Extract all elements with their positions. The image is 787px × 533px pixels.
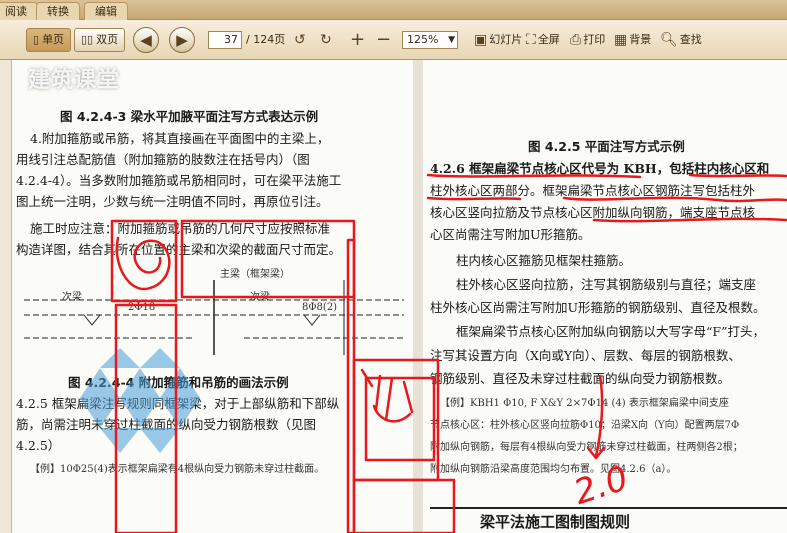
tab-read[interactable]: 阅读 bbox=[0, 2, 38, 20]
next-page-button[interactable]: ▶ bbox=[169, 27, 195, 53]
rotate-right-icon[interactable]: ↻ bbox=[320, 28, 332, 52]
background-button[interactable]: ▦ 背景 bbox=[614, 28, 651, 52]
double-page-label: 双页 bbox=[96, 33, 119, 46]
double-page-icon: ▯▯ bbox=[81, 33, 94, 46]
next-page-wrap: ▶ bbox=[169, 27, 195, 53]
chevron-down-icon: ▼ bbox=[448, 35, 455, 45]
pen-arrow-stem bbox=[594, 374, 604, 458]
slideshow-button[interactable]: ▣ 幻灯片 bbox=[474, 28, 522, 52]
page-total: / 124页 bbox=[246, 33, 286, 46]
fullscreen-label: 全屏 bbox=[537, 33, 560, 46]
app-tab-bar: 阅读 转换 编辑 bbox=[0, 0, 787, 20]
zoom-out-icon[interactable]: − bbox=[376, 28, 391, 52]
tab-convert[interactable]: 转换 bbox=[36, 2, 80, 20]
tab-edit[interactable]: 编辑 bbox=[84, 2, 128, 20]
background-icon: ▦ bbox=[614, 32, 628, 48]
search-label: 查找 bbox=[679, 33, 702, 46]
arrow-right-icon: ▶ bbox=[176, 31, 188, 49]
pen-underline-5 bbox=[592, 217, 787, 223]
prev-page-wrap: ◀ bbox=[133, 27, 159, 53]
slideshow-label: 幻灯片 bbox=[489, 33, 523, 46]
zoom-select[interactable]: 125% ▼ bbox=[402, 31, 458, 49]
search-icon: 🔍︎ bbox=[660, 32, 678, 48]
document-viewer[interactable]: 建筑课堂 图 4.2.4-3 梁水平加腋平面注写方式表达示例 4.附加箍筋或吊筋… bbox=[0, 60, 787, 533]
search-button[interactable]: 🔍︎ 查找 bbox=[660, 28, 702, 52]
print-label: 打印 bbox=[583, 33, 606, 46]
slideshow-icon: ▣ bbox=[474, 32, 488, 48]
rotate-left-icon[interactable]: ↺ bbox=[294, 28, 306, 52]
pen-underline-4 bbox=[562, 196, 787, 203]
pen-handwritten-number: 2.0 bbox=[569, 458, 633, 513]
zoom-value: 125% bbox=[407, 33, 439, 46]
pen-annotation-layer: 2.0 bbox=[110, 173, 787, 533]
pen-box-figure-inner bbox=[364, 376, 436, 462]
pen-box-middle bbox=[180, 219, 356, 299]
pen-box-bottom bbox=[352, 478, 456, 533]
pen-scribble-circle bbox=[115, 236, 171, 291]
single-page-label: 单页 bbox=[42, 33, 65, 46]
print-button[interactable]: ⎙ 打印 bbox=[570, 28, 605, 52]
background-label: 背景 bbox=[629, 33, 652, 46]
page-number-input[interactable]: 37 bbox=[208, 31, 242, 49]
pen-underline-1 bbox=[426, 173, 642, 179]
reader-toolbar: ▯ 单页 ▯▯ 双页 ◀ ▶ 37 / 124页 ↺ ↻ + − 125% ▼ … bbox=[0, 20, 787, 60]
fullscreen-icon: ⛶ bbox=[526, 32, 536, 48]
arrow-left-icon: ◀ bbox=[140, 31, 152, 49]
pen-underline-2 bbox=[688, 173, 787, 178]
pen-curve bbox=[372, 404, 412, 423]
single-page-icon: ▯ bbox=[33, 33, 40, 46]
printer-icon: ⎙ bbox=[570, 32, 582, 48]
zoom-in-icon[interactable]: + bbox=[350, 28, 365, 52]
prev-page-button[interactable]: ◀ bbox=[133, 27, 159, 53]
pen-box-left-tall bbox=[114, 303, 178, 533]
single-page-button[interactable]: ▯ 单页 bbox=[26, 28, 72, 52]
double-page-button[interactable]: ▯▯ 双页 bbox=[74, 28, 126, 52]
pen-underline-3 bbox=[426, 196, 522, 201]
fullscreen-button[interactable]: ⛶ 全屏 bbox=[526, 28, 560, 52]
